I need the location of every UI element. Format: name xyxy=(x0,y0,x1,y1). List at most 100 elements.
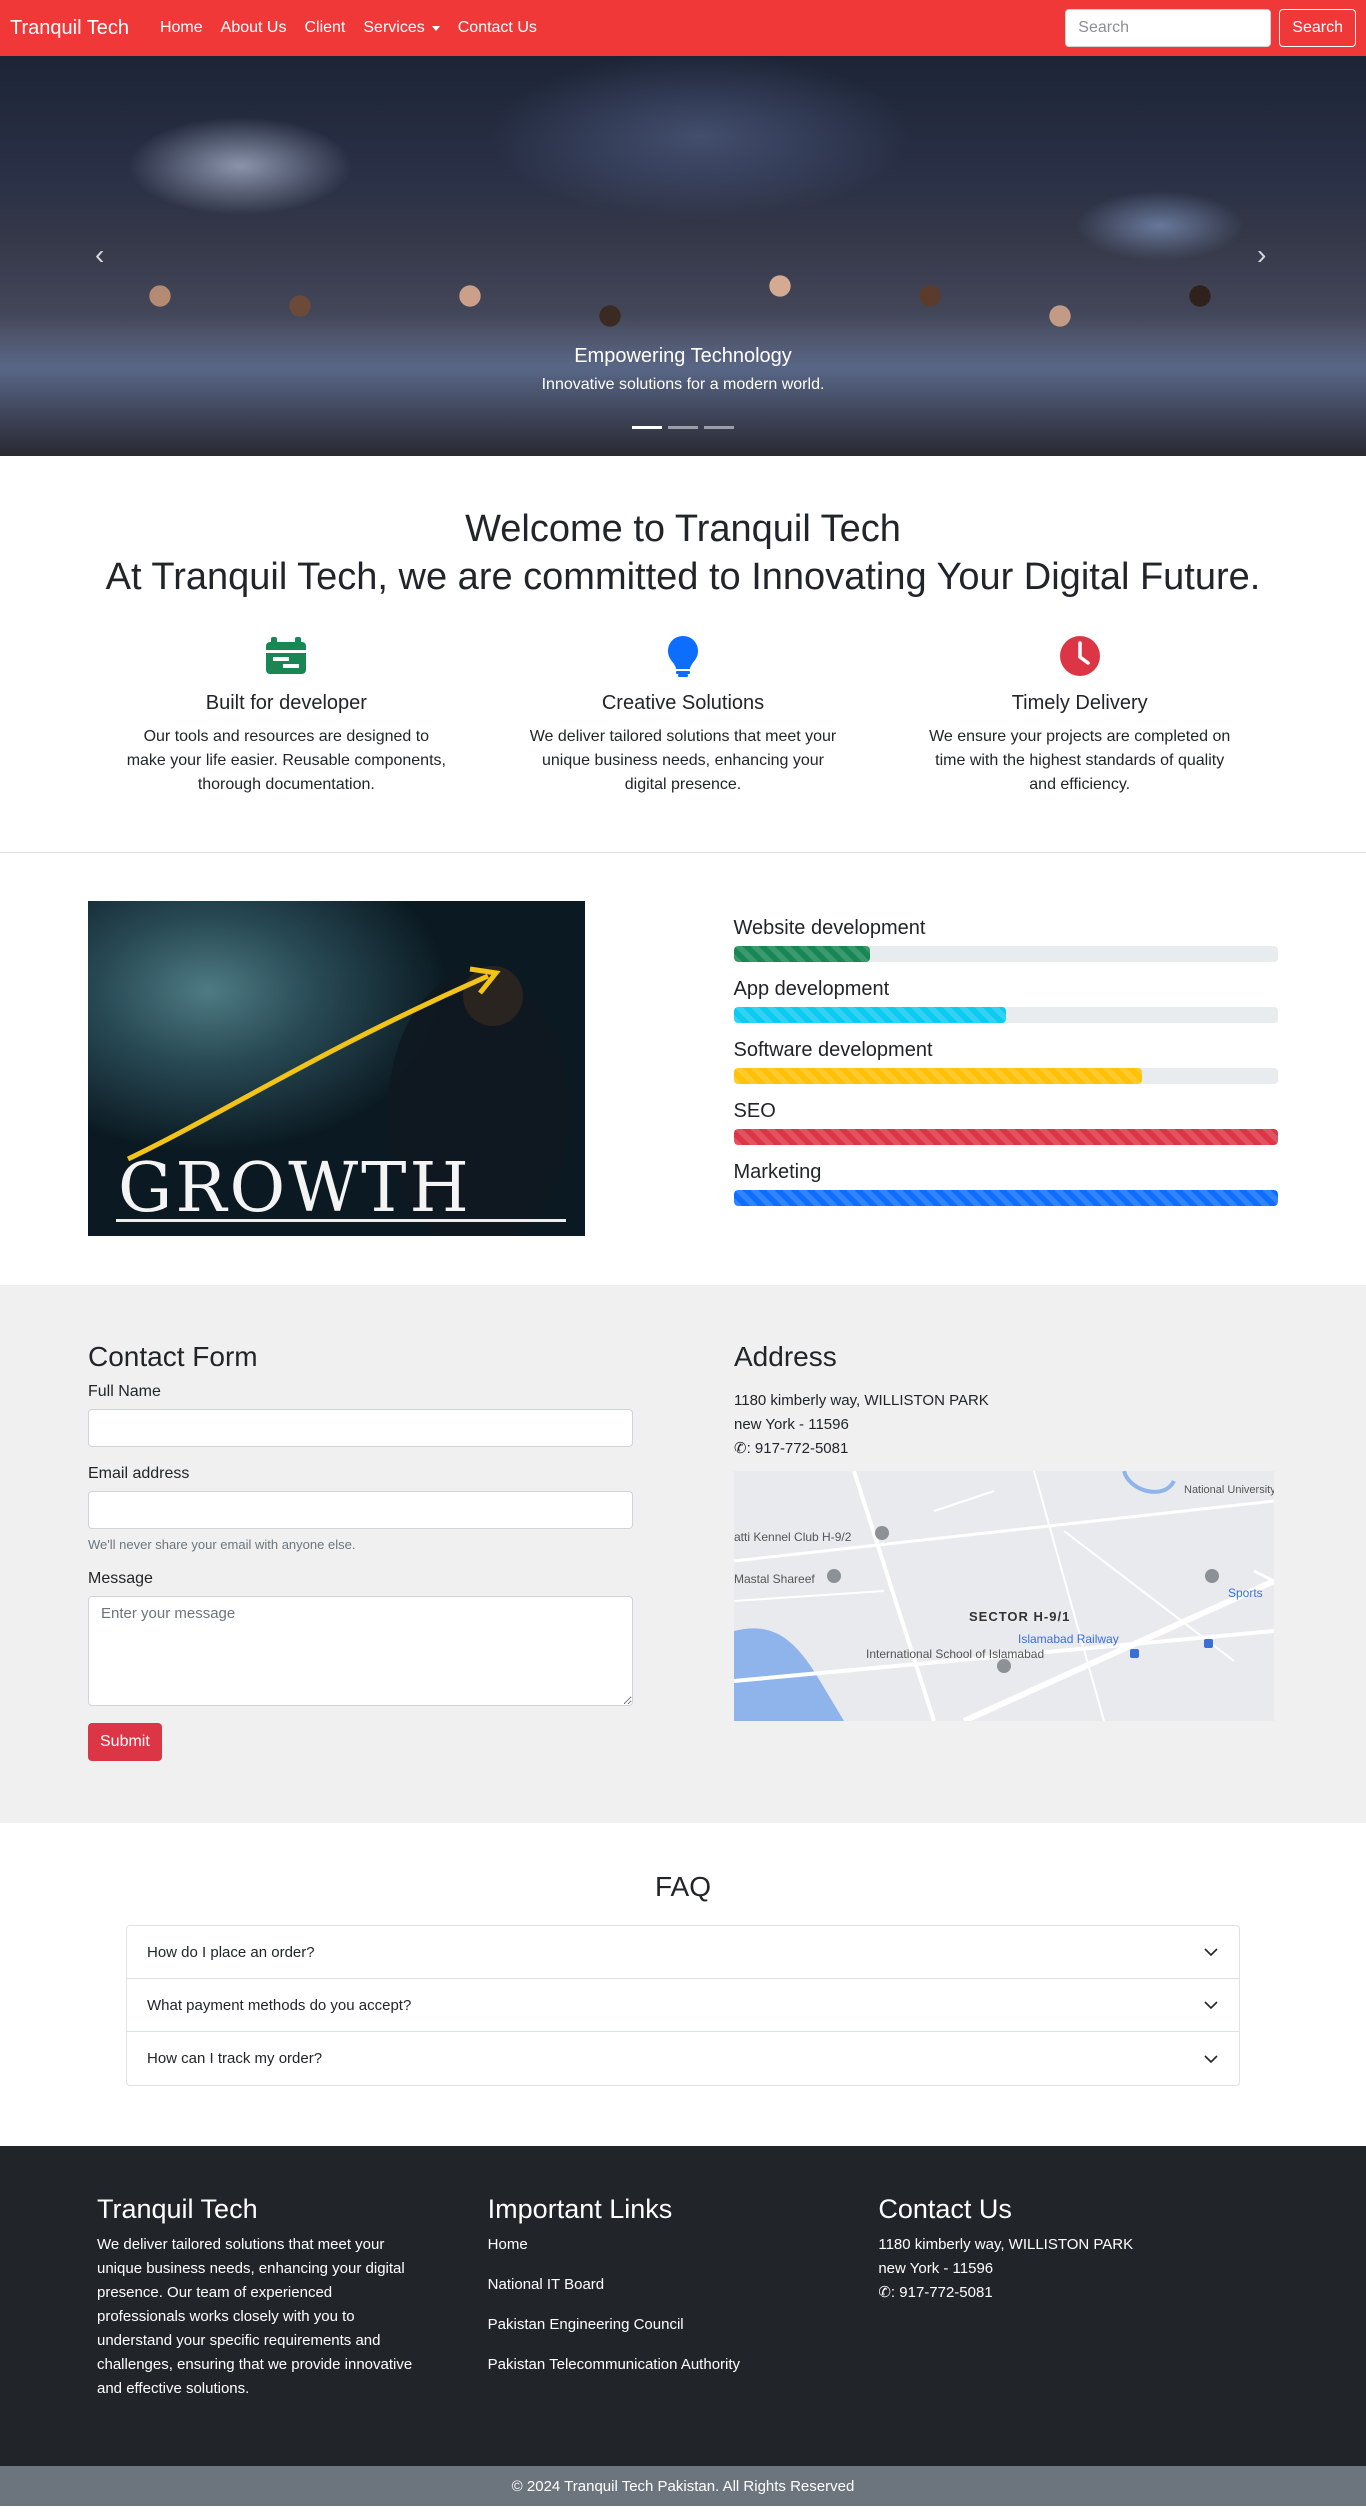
message-field[interactable] xyxy=(88,1596,633,1706)
footer-link-pta[interactable]: Pakistan Telecommunication Authority xyxy=(488,2353,879,2377)
hero-carousel: ‹ › Empowering Technology Innovative sol… xyxy=(0,56,1366,456)
skill-label: App development xyxy=(733,978,890,1000)
name-field[interactable] xyxy=(88,1409,633,1447)
progress-fill xyxy=(733,1129,1278,1145)
caret-down-icon xyxy=(431,25,440,31)
faq-title: FAQ xyxy=(654,1871,711,1902)
svg-text:Mastal Shareef: Mastal Shareef xyxy=(734,1572,815,1586)
progress-fill xyxy=(733,1190,1278,1206)
faq-item[interactable]: How can I track my order? xyxy=(127,2032,1239,2085)
email-field[interactable] xyxy=(88,1491,633,1529)
carousel-next-icon[interactable]: › xyxy=(1257,241,1271,269)
svg-text:Sports: Sports xyxy=(1228,1586,1263,1600)
footer-link-home[interactable]: Home xyxy=(488,2233,879,2257)
footer-contact: Contact Us 1180 kimberly way, WILLISTON … xyxy=(878,2194,1269,2466)
welcome-tagline: At Tranquil Tech, we are committed to In… xyxy=(105,556,1261,598)
nav-services-label: Services xyxy=(363,19,425,36)
copyright-bar: © 2024 Tranquil Tech Pakistan. All Right… xyxy=(0,2466,1366,2506)
feature-card: Built for developer Our tools and resour… xyxy=(88,634,485,852)
faq-question: How can I track my order? xyxy=(147,2050,323,2067)
footer-about-text: We deliver tailored solutions that meet … xyxy=(97,2236,413,2397)
skills-section: GROWTH Website development App developme… xyxy=(0,853,1366,1285)
nav-services-dropdown[interactable]: Services xyxy=(354,19,448,37)
skills-bars: Website development App development Soft… xyxy=(733,901,1278,1237)
feature-card: Creative Solutions We deliver tailored s… xyxy=(485,634,882,852)
footer-link-it-board[interactable]: National IT Board xyxy=(488,2273,879,2297)
address-line: 1180 kimberly way, WILLISTON PARK xyxy=(734,1392,989,1409)
svg-text:SECTOR H-9/1: SECTOR H-9/1 xyxy=(969,1609,1070,1624)
nav-home[interactable]: Home xyxy=(151,19,212,37)
map-embed[interactable]: SECTOR H-9/1 International School of Isl… xyxy=(734,1471,1274,1721)
svg-text:atti Kennel Club H-9/2: atti Kennel Club H-9/2 xyxy=(734,1530,852,1544)
brand-logo[interactable]: Tranquil Tech xyxy=(10,17,129,40)
progress-fill xyxy=(733,946,870,962)
footer-about-title: Tranquil Tech xyxy=(97,2194,258,2224)
nav-about[interactable]: About Us xyxy=(212,19,296,37)
chevron-down-icon xyxy=(1204,2001,1218,2010)
svg-text:Islamabad Railway: Islamabad Railway xyxy=(1018,1632,1119,1646)
growth-text: GROWTH xyxy=(118,1149,472,1228)
clock-icon xyxy=(1058,634,1102,678)
growth-image: GROWTH xyxy=(88,901,585,1236)
card-icon xyxy=(264,634,308,678)
features-section: Built for developer Our tools and resour… xyxy=(0,634,1366,853)
carousel-indicator[interactable] xyxy=(704,426,734,429)
skill-label: Website development xyxy=(733,917,926,939)
welcome-section: Welcome to Tranquil Tech At Tranquil Tec… xyxy=(0,456,1366,634)
submit-button[interactable]: Submit xyxy=(88,1723,162,1761)
skill-item: App development xyxy=(733,978,1278,1023)
carousel-indicators xyxy=(0,426,1366,429)
footer-links-title: Important Links xyxy=(487,2194,673,2224)
carousel-prev-icon[interactable]: ‹ xyxy=(95,241,109,269)
message-label: Message xyxy=(88,1570,153,1587)
carousel-indicator[interactable] xyxy=(632,426,662,429)
footer-address-line: new York - 11596 xyxy=(878,2260,994,2277)
progress-bar xyxy=(733,1068,1278,1084)
faq-section: FAQ How do I place an order? What paymen… xyxy=(0,1823,1366,2146)
contact-form: Contact Form Full Name Email address We'… xyxy=(88,1341,633,1775)
progress-bar xyxy=(733,1190,1278,1206)
progress-bar xyxy=(733,946,1278,962)
svg-text:International School of Islama: International School of Islamabad xyxy=(866,1647,1044,1661)
footer-phone: ✆: 917-772-5081 xyxy=(878,2281,1269,2305)
faq-question: How do I place an order? xyxy=(147,1943,315,1961)
skill-item: Website development xyxy=(733,917,1278,962)
phone-icon: ✆ xyxy=(734,1440,747,1457)
skill-item: SEO xyxy=(733,1100,1278,1145)
footer-links: Important Links Home National IT Board P… xyxy=(488,2194,879,2466)
welcome-title: Welcome to Tranquil Tech xyxy=(465,508,901,550)
footer-about: Tranquil Tech We deliver tailored soluti… xyxy=(97,2194,488,2466)
feature-title: Timely Delivery xyxy=(1011,692,1148,714)
hero-caption: Empowering Technology Innovative solutio… xyxy=(0,345,1366,394)
feature-text: Our tools and resources are designed to … xyxy=(126,728,446,793)
address-title: Address xyxy=(734,1341,837,1372)
nav-contact[interactable]: Contact Us xyxy=(449,19,546,37)
faq-accordion: How do I place an order? What payment me… xyxy=(126,1925,1240,2086)
feature-title: Creative Solutions xyxy=(601,692,765,714)
footer-link-engineering-council[interactable]: Pakistan Engineering Council xyxy=(488,2313,879,2337)
skill-label: Software development xyxy=(733,1039,933,1061)
nav-links: Home About Us Client Services Contact Us xyxy=(151,19,1065,37)
search-form: Search xyxy=(1065,9,1356,47)
faq-item[interactable]: How do I place an order? xyxy=(127,1926,1239,1979)
faq-item[interactable]: What payment methods do you accept? xyxy=(127,1979,1239,2032)
progress-bar xyxy=(733,1129,1278,1145)
address-block: Address 1180 kimberly way, WILLISTON PAR… xyxy=(734,1341,1274,1775)
feature-title: Built for developer xyxy=(205,692,367,714)
search-button[interactable]: Search xyxy=(1279,9,1356,47)
skill-label: SEO xyxy=(733,1100,776,1122)
carousel-indicator[interactable] xyxy=(668,426,698,429)
email-label: Email address xyxy=(88,1465,190,1482)
feature-text: We deliver tailored solutions that meet … xyxy=(529,728,837,793)
hero-subtitle: Innovative solutions for a modern world. xyxy=(541,376,825,393)
svg-text:National University Of Modern: National University Of Modern Languages xyxy=(1184,1484,1274,1496)
skill-item: Software development xyxy=(733,1039,1278,1084)
nav-client[interactable]: Client xyxy=(295,19,354,37)
phone-line: ✆: 917-772-5081 xyxy=(734,1437,1274,1461)
navbar: Tranquil Tech Home About Us Client Servi… xyxy=(0,0,1366,56)
phone-icon: ✆ xyxy=(878,2284,891,2301)
search-input[interactable] xyxy=(1065,9,1272,47)
footer-address-line: 1180 kimberly way, WILLISTON PARK xyxy=(878,2236,1134,2253)
feature-text: We ensure your projects are completed on… xyxy=(929,728,1231,793)
faq-question: What payment methods do you accept? xyxy=(147,1996,412,2014)
